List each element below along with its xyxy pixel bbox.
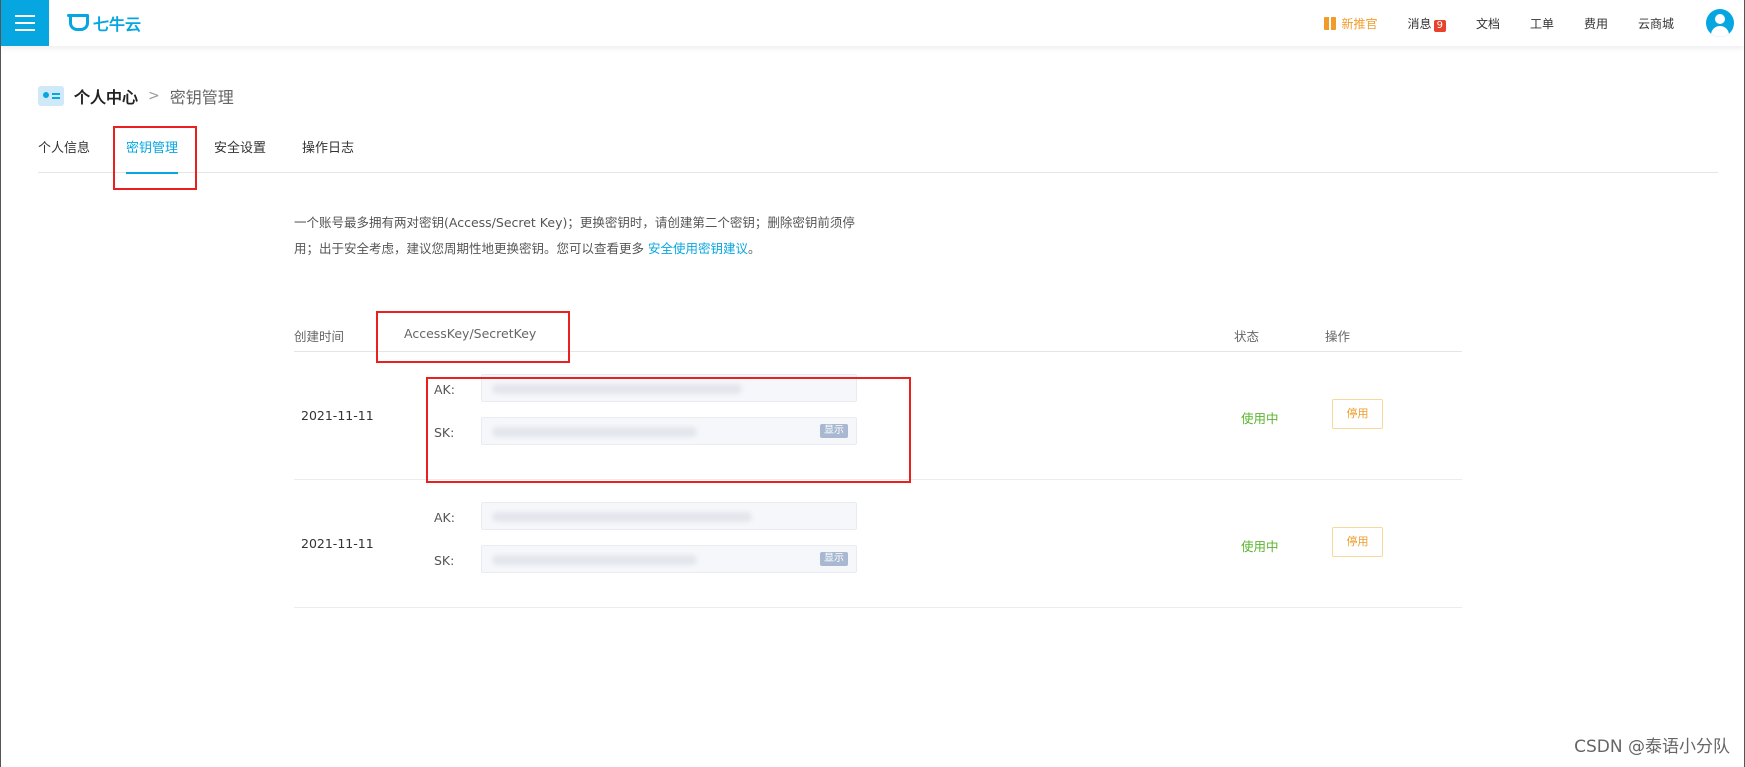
logo[interactable]: 七牛云: [67, 12, 141, 34]
security-advice-link[interactable]: 安全使用密钥建议: [648, 241, 748, 256]
nav-tickets[interactable]: 工单: [1530, 15, 1554, 32]
info-text: 一个账号最多拥有两对密钥(Access/Secret Key)；更换密钥时，请创…: [294, 210, 864, 262]
row-date: 2021-11-11: [301, 408, 374, 423]
info-line-1: 一个账号最多拥有两对密钥(Access/Secret Key)；更换密钥时，请创…: [294, 215, 855, 230]
row-date: 2021-11-11: [301, 536, 374, 551]
ak-field[interactable]: [481, 502, 857, 530]
breadcrumb: 个人中心 > 密钥管理: [38, 84, 234, 108]
menu-button[interactable]: [1, 0, 49, 46]
nav-marketplace[interactable]: 云商城: [1638, 15, 1674, 32]
chevron-right-icon: >: [148, 88, 160, 104]
annotation-box-header: [376, 311, 570, 363]
ak-label: AK:: [434, 510, 455, 525]
hamburger-icon: [15, 15, 35, 31]
nav-messages-label: 消息: [1407, 16, 1432, 31]
header-created: 创建时间: [294, 329, 345, 344]
tab-profile[interactable]: 个人信息: [38, 136, 90, 173]
gift-icon: [1323, 16, 1336, 30]
watermark: CSDN @泰语小分队: [1574, 737, 1730, 757]
masked-value: [492, 512, 752, 522]
info-line-2: 用；出于安全考虑，建议您周期性地更换密钥。您可以查看更多 安全使用密钥建议。: [294, 236, 864, 262]
user-avatar-icon[interactable]: [1706, 9, 1734, 37]
sk-label: SK:: [434, 553, 455, 568]
info-line-2-prefix: 用；出于安全考虑，建议您周期性地更换密钥。您可以查看更多: [294, 241, 648, 256]
messages-badge: 9: [1433, 19, 1446, 32]
tab-bar: 个人信息 密钥管理 安全设置 操作日志: [38, 136, 1718, 174]
tab-security-settings[interactable]: 安全设置: [214, 136, 266, 173]
header-action: 操作: [1325, 329, 1351, 344]
sk-field[interactable]: 显示: [481, 545, 857, 573]
nav-billing[interactable]: 费用: [1584, 15, 1608, 32]
nav-docs[interactable]: 文档: [1476, 15, 1500, 32]
show-secret-button[interactable]: 显示: [820, 552, 848, 566]
nav-promo-label: 新推官: [1341, 16, 1378, 31]
annotation-box-keys: [426, 377, 911, 483]
id-card-icon: [38, 86, 64, 106]
breadcrumb-current: 密钥管理: [169, 88, 234, 107]
info-line-2-suffix: 。: [748, 241, 761, 256]
nav-promo[interactable]: 新推官: [1323, 15, 1378, 32]
top-bar: 七牛云 新推官 消息 9 文档 工单 费用 云商城: [1, 0, 1744, 46]
status-badge: 使用中: [1241, 411, 1279, 426]
disable-button[interactable]: 停用: [1332, 399, 1383, 429]
qiniu-logo-icon: [67, 14, 89, 32]
disable-button[interactable]: 停用: [1332, 527, 1383, 557]
nav-messages[interactable]: 消息 9: [1408, 15, 1446, 32]
masked-value: [492, 555, 697, 565]
annotation-box-tab: [113, 126, 197, 190]
top-nav: 新推官 消息 9 文档 工单 费用 云商城: [1323, 0, 1674, 46]
page: 七牛云 新推官 消息 9 文档 工单 费用 云商城 个人中心 > 密钥管理 个人信…: [0, 0, 1745, 767]
status-badge: 使用中: [1241, 539, 1279, 554]
table-row: 2021-11-11 AK: SK: 显示 使用中 停用: [294, 480, 1462, 608]
logo-text: 七牛云: [93, 15, 142, 34]
breadcrumb-root[interactable]: 个人中心: [74, 84, 138, 108]
tab-operation-log[interactable]: 操作日志: [302, 136, 354, 173]
header-status: 状态: [1234, 329, 1260, 344]
